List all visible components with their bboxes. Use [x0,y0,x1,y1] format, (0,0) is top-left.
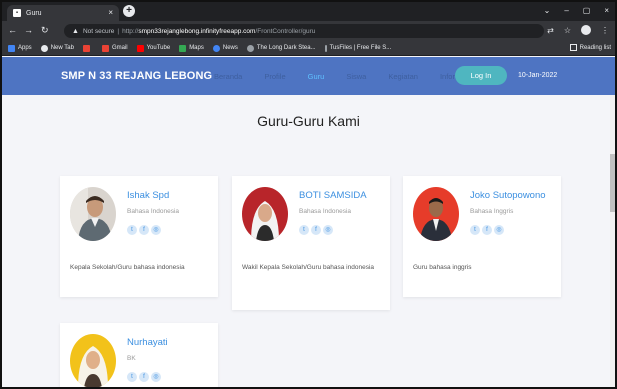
reading-list[interactable]: Reading list [569,44,611,51]
teacher-subject: Bahasa Indonesia [127,208,180,215]
teacher-subject: Bahasa Inggris [470,208,514,215]
teacher-photo [413,187,459,241]
close-window-button[interactable]: × [604,6,609,15]
page-scrollbar[interactable] [610,95,615,387]
nav-beranda[interactable]: Beranda [214,72,242,81]
forward-icon[interactable]: → [24,25,33,35]
teacher-subject: BK [127,355,136,362]
page-title: Guru-Guru Kami [257,113,360,129]
teacher-name[interactable]: Joko Sutopowono [470,190,546,201]
menu-kebab-icon[interactable]: ⋮ [601,26,609,35]
bookmark-gmail[interactable]: Gmail [101,44,128,52]
news-icon [212,44,220,52]
teacher-name[interactable]: BOTI SAMSIDA [299,190,367,201]
maps-icon [179,44,187,52]
teacher-description: Wakil Kepala Sekolah/Guru bahasa indones… [242,264,375,271]
translate-icon[interactable]: ⇄ [547,26,554,35]
twitter-icon[interactable]: t [299,225,309,235]
back-icon[interactable]: ← [8,25,17,35]
bookmark-maps[interactable]: Maps [179,44,204,52]
twitter-icon[interactable]: t [470,225,480,235]
social-links: t f ◎ [127,372,161,382]
address-bar-row: ← → ↻ ▲ Not secure | http://smpn33rejang… [2,21,615,41]
teacher-card: Joko Sutopowono Bahasa Inggris t f ◎ Gur… [403,176,561,297]
instagram-icon[interactable]: ◎ [494,225,504,235]
teacher-description: Kepala Sekolah/Guru bahasa indonesia [70,264,185,271]
reload-icon[interactable]: ↻ [41,25,49,36]
teacher-name[interactable]: Ishak Spd [127,190,169,201]
teacher-name[interactable]: Nurhayati [127,337,168,348]
bookmark-tusfiles[interactable]: TusFiles | Free File S... [324,44,391,52]
tab-title: Guru [26,9,42,17]
login-button[interactable]: Log In [455,66,507,85]
youtube-icon [136,44,144,52]
teacher-description: Guru bahasa inggris [413,264,472,271]
nav-siswa[interactable]: Siswa [346,72,366,81]
gmail-icon [101,44,109,52]
url-field[interactable]: ▲ Not secure | http://smpn33rejanglebong… [64,24,544,38]
twitter-icon[interactable]: t [127,225,137,235]
url-host: smpn33rejanglebong.infinityfreeapp.com [138,27,256,35]
teacher-subject: Bahasa Indonesia [299,208,352,215]
bookmark-star-icon[interactable]: ☆ [564,26,571,35]
facebook-icon[interactable]: f [482,225,492,235]
maximize-button[interactable]: ▢ [583,6,591,15]
facebook-icon[interactable]: f [139,225,149,235]
scrollbar-thumb[interactable] [610,154,615,212]
site-brand[interactable]: SMP N 33 REJANG LEBONG [61,70,212,82]
minimize-button[interactable]: – [564,6,568,15]
url-scheme: http:// [122,27,139,35]
window-controls: ⌄ – ▢ × [544,6,609,15]
new-tab-icon [40,44,48,52]
profile-avatar[interactable] [581,25,591,35]
tab-close-icon[interactable]: × [108,8,113,17]
social-links: t f ◎ [127,225,161,235]
facebook-icon[interactable]: f [311,225,321,235]
bookmark-youtube[interactable]: YouTube [136,44,170,52]
nav-profile[interactable]: Profile [264,72,285,81]
new-tab-button[interactable]: + [123,5,135,17]
site-navbar: SMP N 33 REJANG LEBONG Beranda Profile G… [2,57,615,95]
teacher-card: BOTI SAMSIDA Bahasa Indonesia t f ◎ Waki… [232,176,390,310]
reading-list-icon [569,44,577,51]
instagram-icon[interactable]: ◎ [151,225,161,235]
teacher-photo [70,187,116,241]
bookmark-apps[interactable]: Apps [8,44,32,52]
tab-search-icon[interactable]: ⌄ [544,6,551,15]
url-separator: | [117,27,120,35]
warning-icon: ▲ [72,27,79,35]
teacher-photo [70,334,116,387]
instagram-icon[interactable]: ◎ [323,225,333,235]
teacher-card: Ishak Spd Bahasa Indonesia t f ◎ Kepala … [60,176,218,297]
url-path: /FrontController/guru [255,27,316,35]
steam-icon [246,44,254,52]
bookmark-long-dark[interactable]: The Long Dark Stea... [246,44,316,52]
teacher-card: Nurhayati BK t f ◎ [60,323,218,387]
main-content: Guru-Guru Kami Ishak Spd Bahasa Indonesi… [2,95,615,387]
browser-window: ▪ Guru × + ⌄ – ▢ × ← → ↻ ▲ Not secure | … [0,0,617,389]
bookmarks-bar: Apps New Tab Gmail YouTube Maps News The… [2,41,615,56]
site-menu: Beranda Profile Guru Siswa Kegiatan Info… [214,72,493,81]
social-links: t f ◎ [299,225,333,235]
current-date: 10-Jan-2022 [518,72,558,79]
browser-tab[interactable]: ▪ Guru × [7,5,119,21]
nav-kegiatan[interactable]: Kegiatan [388,72,418,81]
twitter-icon[interactable]: t [127,372,137,382]
instagram-icon[interactable]: ◎ [151,372,161,382]
teacher-photo [242,187,288,241]
social-links: t f ◎ [470,225,504,235]
bookmark-red[interactable] [82,44,93,52]
tusfiles-icon [324,44,327,52]
address-bar-actions: ⇄ ☆ ⋮ [547,25,609,35]
nav-guru[interactable]: Guru [308,72,325,81]
favicon-icon: ▪ [13,9,21,17]
facebook-icon[interactable]: f [139,372,149,382]
tab-strip: ▪ Guru × + ⌄ – ▢ × [2,2,615,21]
not-secure-label: Not secure [82,27,115,35]
apps-icon [8,44,15,52]
red-bookmark-icon [82,44,90,52]
bookmark-news[interactable]: News [212,44,238,52]
bookmark-new-tab[interactable]: New Tab [40,44,74,52]
